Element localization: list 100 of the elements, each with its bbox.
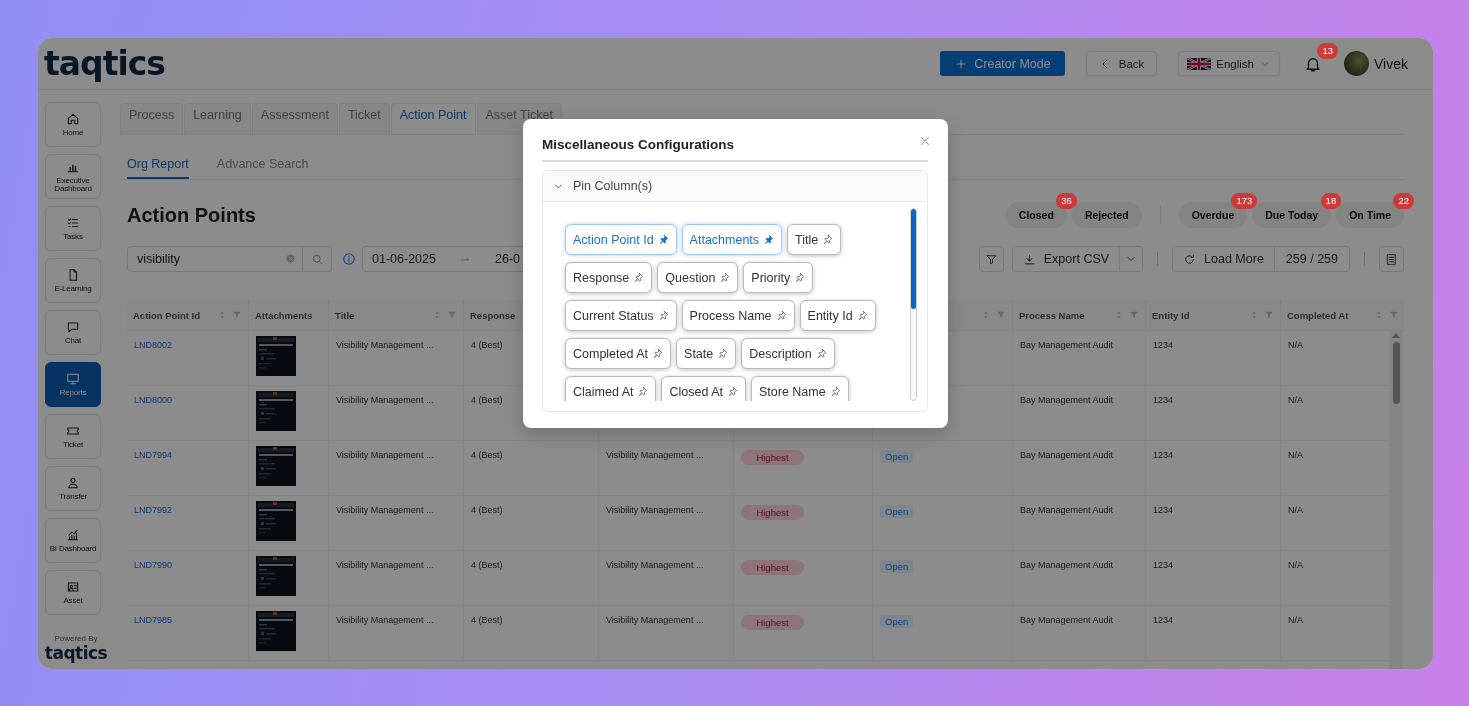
status-tag: Open bbox=[880, 560, 914, 573]
search-button[interactable] bbox=[303, 246, 332, 272]
status-tag: Open bbox=[880, 615, 914, 628]
sidebar-item[interactable]: Reports bbox=[45, 362, 101, 407]
pin-column-chip[interactable]: Completed At bbox=[565, 338, 672, 369]
sidebar-item[interactable]: Tasks bbox=[45, 206, 101, 251]
status-tag: Open bbox=[880, 450, 914, 463]
close-icon bbox=[918, 134, 932, 148]
back-button[interactable]: Back bbox=[1085, 51, 1158, 76]
scrollbar[interactable] bbox=[1389, 331, 1403, 669]
pin-icon bbox=[717, 348, 729, 359]
action-point-link[interactable]: LND8002 bbox=[134, 340, 173, 350]
priority-tag: Highest bbox=[741, 560, 804, 575]
table-cell: Visibility Management ... bbox=[606, 615, 704, 625]
column-header: Title bbox=[335, 309, 356, 321]
count-badge: 22 bbox=[1393, 193, 1414, 209]
creator-mode-button[interactable]: Creator Mode bbox=[940, 51, 1065, 76]
module-tab[interactable]: Action Point bbox=[390, 103, 476, 134]
column-header: Attachments bbox=[255, 309, 314, 321]
sidebar-item[interactable]: Asset bbox=[45, 570, 101, 615]
pin-column-chip[interactable]: Question bbox=[657, 262, 739, 293]
pin-column-chip[interactable]: Priority bbox=[743, 262, 814, 293]
language-select[interactable]: English bbox=[1178, 51, 1280, 76]
pin-icon bbox=[775, 310, 787, 321]
checklist-icon bbox=[66, 216, 80, 230]
action-point-link[interactable]: LND7985 bbox=[134, 615, 173, 625]
count-badge: 36 bbox=[1056, 193, 1077, 209]
plus-icon bbox=[954, 56, 969, 71]
table-cell: 1234 bbox=[1153, 340, 1174, 350]
powered-by-text: Powered By bbox=[54, 634, 98, 643]
action-point-link[interactable]: LND7990 bbox=[134, 560, 173, 570]
table-cell: Bay Management Audit bbox=[1020, 615, 1114, 625]
filter-button[interactable] bbox=[978, 246, 1004, 272]
clear-icon bbox=[285, 253, 296, 264]
pin-column-chip[interactable]: Action Point Id bbox=[565, 224, 677, 255]
filter-icon bbox=[1389, 310, 1399, 320]
pin-column-chip[interactable]: Current Status bbox=[565, 300, 677, 331]
user-name[interactable]: Vivek bbox=[1374, 55, 1408, 72]
table-cell: Visibility Management ... bbox=[336, 505, 434, 515]
table-cell: 1234 bbox=[1153, 560, 1174, 570]
page-title: Action Points bbox=[127, 203, 256, 227]
sidebar-item[interactable]: Transfer bbox=[45, 466, 101, 511]
column-settings-button[interactable] bbox=[1379, 246, 1404, 272]
sidebar-item[interactable]: Chat bbox=[45, 310, 101, 355]
chart-icon bbox=[66, 528, 80, 542]
pin-column-chip[interactable]: Response bbox=[565, 262, 653, 293]
pin-column-chip[interactable]: State bbox=[676, 338, 737, 369]
pin-column-chip[interactable]: Description bbox=[741, 338, 835, 369]
sidebar-item[interactable]: E-Learning bbox=[45, 258, 101, 303]
module-tab[interactable]: Learning bbox=[184, 103, 251, 134]
table-cell: Visibility Management ... bbox=[336, 560, 434, 570]
filter-icon bbox=[447, 310, 457, 320]
status-tag: Open bbox=[880, 505, 914, 518]
filter-icon bbox=[232, 310, 242, 320]
scrollbar[interactable] bbox=[910, 208, 917, 401]
filter-icon bbox=[996, 310, 1006, 320]
filter-icon bbox=[1264, 310, 1274, 320]
download-icon bbox=[1022, 252, 1036, 266]
pin-column-chip[interactable]: Claimed At bbox=[565, 376, 657, 401]
table-cell: Bay Management Audit bbox=[1020, 505, 1114, 515]
table-cell: Visibility Management ... bbox=[606, 450, 704, 460]
table-cell: 4 (Best) bbox=[471, 395, 503, 405]
table-cell: Visibility Management ... bbox=[336, 395, 434, 405]
pin-icon bbox=[829, 386, 841, 397]
table-cell: 1234 bbox=[1153, 395, 1174, 405]
table-cell: Bay Management Audit bbox=[1020, 560, 1114, 570]
pin-icon bbox=[822, 234, 834, 245]
action-point-link[interactable]: LND7994 bbox=[134, 450, 173, 460]
close-button[interactable] bbox=[918, 134, 932, 148]
search-icon bbox=[310, 252, 324, 266]
table-cell: Bay Management Audit bbox=[1020, 450, 1114, 460]
pin-icon bbox=[726, 386, 738, 397]
pin-column-chip[interactable]: Store Name bbox=[750, 376, 849, 401]
action-point-link[interactable]: LND8000 bbox=[134, 395, 173, 405]
sidebar-item[interactable]: Ticket bbox=[45, 414, 101, 459]
table-cell: 4 (Best) bbox=[471, 505, 503, 515]
logo: taqtics bbox=[44, 643, 108, 663]
sidebar-item[interactable]: Home bbox=[45, 102, 101, 147]
status-filter-chip[interactable]: Rejected bbox=[1071, 202, 1142, 228]
module-tab[interactable]: Assessment bbox=[251, 103, 338, 134]
pin-column-chip[interactable]: Title bbox=[787, 224, 842, 255]
priority-tag: Highest bbox=[741, 450, 804, 465]
record-count: 259 / 259 bbox=[1273, 247, 1349, 271]
pin-column-chip[interactable]: Process Name bbox=[681, 300, 795, 331]
pin-column-chip[interactable]: Closed At bbox=[661, 376, 746, 401]
pin-column-chip[interactable]: Entity Id bbox=[799, 300, 876, 331]
sidebar-item[interactable]: BI Dashboard bbox=[45, 518, 101, 563]
panel-header[interactable]: Pin Column(s) bbox=[543, 171, 927, 202]
ticket-icon bbox=[66, 424, 80, 438]
table-cell: Visibility Management ... bbox=[606, 560, 704, 570]
sidebar-item[interactable]: Executive Dashboard bbox=[45, 154, 101, 199]
search-field[interactable]: visibility bbox=[127, 246, 303, 272]
pin-column-chip[interactable]: Attachments bbox=[681, 224, 783, 255]
action-point-link[interactable]: LND7992 bbox=[134, 505, 173, 515]
module-tab[interactable]: Process bbox=[120, 103, 184, 134]
priority-tag: Highest bbox=[741, 505, 804, 520]
sub-tab[interactable]: Org Report bbox=[127, 151, 189, 179]
avatar[interactable] bbox=[1344, 51, 1369, 76]
sub-tab[interactable]: Advance Search bbox=[216, 151, 309, 179]
module-tab[interactable]: Ticket bbox=[338, 103, 390, 134]
